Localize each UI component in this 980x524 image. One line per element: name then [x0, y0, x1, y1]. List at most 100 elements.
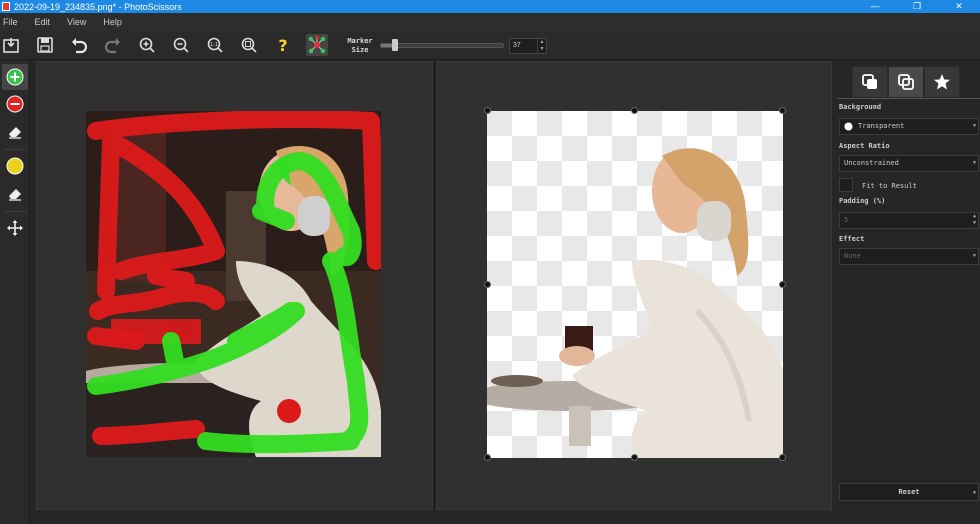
chevron-down-icon: ▼: [972, 253, 976, 259]
aspect-ratio-value: Unconstrained: [844, 159, 899, 167]
marker-size-input[interactable]: 37 ▲ ▼: [509, 38, 547, 54]
redo-button[interactable]: [102, 34, 124, 56]
star-icon: [934, 74, 950, 90]
zoom-fit-icon: [241, 37, 257, 53]
source-image-canvas[interactable]: [86, 111, 381, 457]
menu-bar: File Edit View Help: [0, 13, 980, 31]
effect-value: None: [844, 252, 861, 260]
background-swatch-icon: [844, 122, 853, 131]
slider-thumb[interactable]: [392, 39, 398, 51]
move-tool-button[interactable]: [2, 215, 28, 241]
title-bar: 2022-09-19_234835.png* - PhotoScissors —…: [0, 0, 980, 13]
close-button[interactable]: ✕: [944, 0, 974, 13]
padding-input[interactable]: 5 ▲ ▼: [839, 212, 979, 229]
reset-label: Reset: [898, 488, 920, 496]
keep-marker-button[interactable]: [2, 64, 28, 90]
save-icon: [37, 37, 53, 53]
background-label: Background: [839, 103, 882, 111]
zoom-out-button[interactable]: [170, 34, 192, 56]
eraser-icon: [9, 127, 21, 139]
effect-select[interactable]: None ▼: [839, 248, 979, 265]
zoom-in-button[interactable]: [136, 34, 158, 56]
help-icon: ?: [278, 36, 287, 54]
layers-icon: [862, 74, 877, 89]
undo-button[interactable]: [68, 34, 90, 56]
marker-size-label: Marker Size: [343, 37, 377, 55]
zoom-out-icon: [173, 37, 189, 53]
molecule-icon: [308, 35, 326, 54]
minimize-button[interactable]: —: [860, 0, 890, 13]
crop-handle-bottom-left[interactable]: [484, 454, 491, 461]
save-button[interactable]: [34, 34, 56, 56]
source-photo: [86, 111, 381, 457]
padding-spinner[interactable]: ▲ ▼: [973, 213, 976, 227]
hair-marker-button[interactable]: [2, 153, 28, 179]
menu-help[interactable]: Help: [103, 17, 122, 27]
move-icon: [7, 220, 23, 236]
aspect-ratio-select[interactable]: Unconstrained ▼: [839, 155, 979, 172]
yellow-circle-icon: [6, 157, 24, 175]
menu-view[interactable]: View: [67, 17, 86, 27]
open-file-button[interactable]: [0, 34, 22, 56]
copy-icon: [898, 74, 914, 90]
svg-text:1:1: 1:1: [210, 42, 218, 48]
crop-handle-bottom[interactable]: [631, 454, 638, 461]
molecule-mode-button[interactable]: [306, 34, 328, 56]
undo-icon: [72, 38, 88, 54]
background-value: Transparent: [858, 122, 905, 130]
help-button[interactable]: ?: [272, 34, 294, 56]
reset-button[interactable]: Reset ▼: [839, 483, 979, 501]
result-photo: [487, 111, 783, 458]
open-file-icon: [3, 38, 19, 53]
tool-separator: [4, 149, 26, 150]
hair-eraser-button[interactable]: [2, 180, 28, 206]
settings-sidebar: Background Transparent ▼ Aspect Ratio Un…: [834, 61, 980, 524]
marker-size-spinner[interactable]: ▲ ▼: [537, 39, 546, 53]
zoom-in-icon: [139, 37, 155, 53]
window-title: 2022-09-19_234835.png* - PhotoScissors: [14, 1, 182, 12]
eraser-icon: [9, 189, 21, 201]
marker-size-slider[interactable]: [380, 43, 504, 48]
crop-handle-top[interactable]: [631, 107, 638, 114]
chevron-down-icon: ▼: [972, 490, 976, 496]
minus-circle-icon: [6, 95, 24, 113]
maximize-button[interactable]: ❐: [902, 0, 932, 13]
eraser-button[interactable]: [2, 118, 28, 144]
marker-label-line1: Marker: [347, 37, 373, 45]
tab-layers[interactable]: [852, 66, 888, 98]
settings-tabs: [852, 66, 960, 98]
crop-handle-top-right[interactable]: [779, 107, 786, 114]
tab-effects[interactable]: [924, 66, 960, 98]
crop-handle-right[interactable]: [779, 281, 786, 288]
fit-to-result-checkbox[interactable]: [839, 178, 853, 192]
svg-text:?: ?: [278, 36, 287, 54]
photoscissors-window: 2022-09-19_234835.png* - PhotoScissors —…: [0, 0, 980, 524]
app-icon: [2, 2, 10, 11]
tabs-underline: [837, 98, 980, 99]
tool-separator: [4, 211, 26, 212]
background-select[interactable]: Transparent ▼: [839, 118, 979, 135]
aspect-ratio-label: Aspect Ratio: [839, 142, 890, 150]
padding-label: Padding (%): [839, 197, 886, 205]
effect-label: Effect: [839, 235, 865, 243]
crop-handle-left[interactable]: [484, 281, 491, 288]
menu-file[interactable]: File: [3, 17, 18, 27]
fit-to-result-label: Fit to Result: [862, 182, 917, 190]
left-tool-panel: [0, 61, 30, 524]
zoom-actual-icon: 1:1: [207, 37, 223, 53]
remove-marker-button[interactable]: [2, 91, 28, 117]
result-image-canvas[interactable]: [487, 111, 783, 458]
redo-icon: [104, 38, 120, 54]
tab-copy[interactable]: [888, 66, 924, 98]
crop-handle-top-left[interactable]: [484, 107, 491, 114]
marker-label-line2: Size: [351, 46, 369, 54]
crop-handle-bottom-right[interactable]: [779, 454, 786, 461]
plus-circle-icon: [6, 68, 24, 86]
padding-value: 5: [844, 216, 849, 224]
zoom-actual-button[interactable]: 1:1: [204, 34, 226, 56]
chevron-down-icon: ▼: [972, 123, 976, 129]
menu-edit[interactable]: Edit: [35, 17, 51, 27]
zoom-fit-button[interactable]: [238, 34, 260, 56]
marker-size-value: 37: [513, 42, 521, 49]
chevron-down-icon: ▼: [972, 160, 976, 166]
